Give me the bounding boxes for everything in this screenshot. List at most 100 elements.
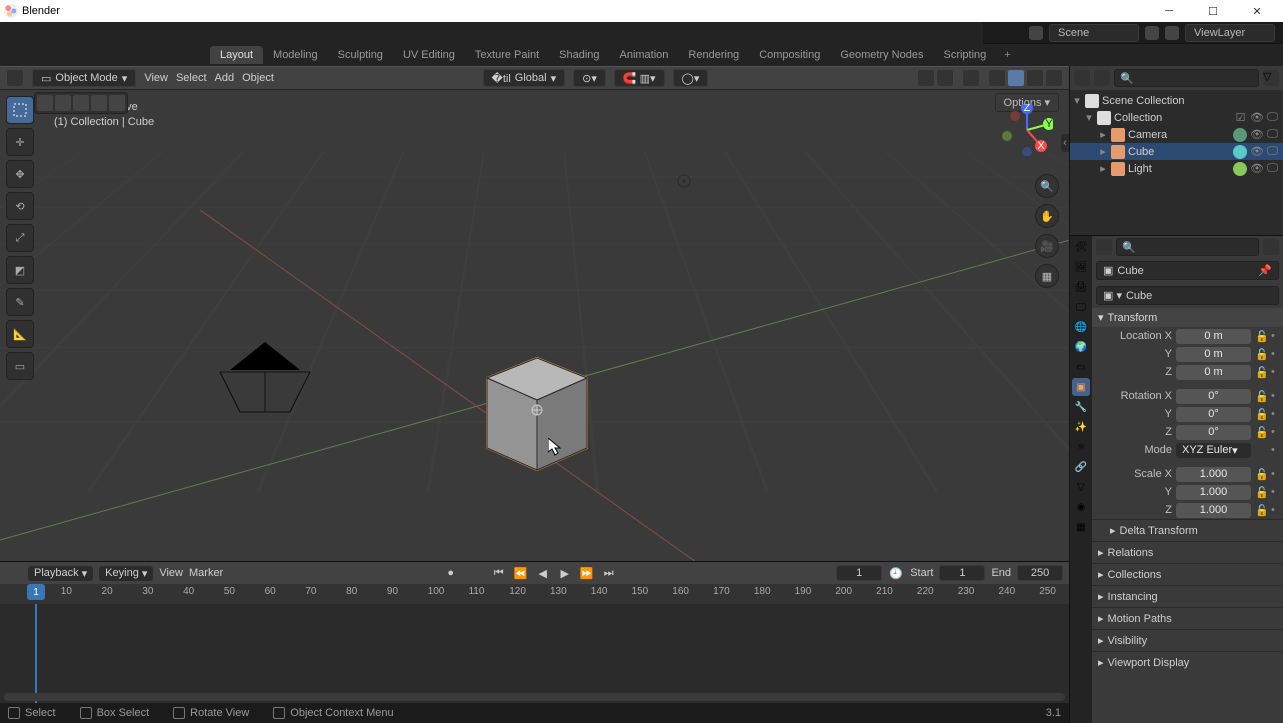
start-frame-field[interactable]: 1 — [939, 565, 985, 581]
browse-scene-icon[interactable] — [1029, 26, 1043, 40]
anim-dot-icon[interactable]: • — [1271, 390, 1279, 402]
sel-3[interactable] — [73, 95, 89, 111]
scale-z-field[interactable]: 1.000 — [1176, 503, 1251, 518]
tab-layout[interactable]: Layout — [210, 46, 263, 64]
rotation-y-field[interactable]: 0° — [1176, 407, 1251, 422]
ptab-output[interactable]: 🖨 — [1072, 278, 1090, 296]
ptab-material[interactable]: ◉ — [1072, 498, 1090, 516]
minimize-button[interactable]: ─ — [1147, 0, 1191, 22]
disable-icon[interactable]: 🖵 — [1266, 145, 1279, 158]
outliner-item-cube[interactable]: ▸ Cube 👁 🖵 — [1070, 143, 1283, 160]
vp-menu-view[interactable]: View — [144, 72, 168, 84]
delta-transform-panel[interactable]: ▸ Delta Transform — [1092, 519, 1283, 541]
pan-icon[interactable]: ✋ — [1035, 204, 1059, 228]
rotation-mode-dropdown[interactable]: XYZ Euler ▾ — [1176, 443, 1251, 458]
location-z-field[interactable]: 0 m — [1176, 365, 1251, 380]
rotation-x-field[interactable]: 0° — [1176, 389, 1251, 404]
tool-scale[interactable]: ⤢ — [6, 224, 34, 252]
anim-dot-icon[interactable]: • — [1271, 468, 1279, 480]
hide-icon[interactable]: 👁 — [1250, 128, 1263, 141]
anim-dot-icon[interactable]: • — [1271, 444, 1279, 456]
keying-menu[interactable]: Keying ▾ — [99, 566, 153, 581]
motion-paths-panel[interactable]: ▸ Motion Paths — [1092, 607, 1283, 629]
object-name-field[interactable]: ▣ Cube📌 — [1096, 261, 1279, 280]
timeline-marker-menu[interactable]: Marker — [189, 567, 223, 579]
viewport-display-panel[interactable]: ▸ Viewport Display — [1092, 651, 1283, 673]
menu-render[interactable]: Render — [95, 25, 147, 41]
anim-dot-icon[interactable]: • — [1271, 330, 1279, 342]
viewlayer-name-field[interactable]: ViewLayer — [1185, 24, 1275, 42]
camera-object[interactable] — [210, 342, 320, 422]
ptab-world[interactable]: 🌍 — [1072, 338, 1090, 356]
disclosure-icon[interactable]: ▸ — [1098, 128, 1108, 141]
object-data-field[interactable]: ▣ ▾ Cube — [1096, 286, 1279, 305]
jump-end-icon[interactable]: ⏭ — [601, 565, 617, 581]
tool-measure[interactable]: 📐 — [6, 320, 34, 348]
show-overlays-icon[interactable] — [936, 69, 954, 87]
menu-help[interactable]: Help — [206, 25, 245, 41]
tab-texture-paint[interactable]: Texture Paint — [465, 46, 549, 64]
disclosure-icon[interactable]: ▾ — [1084, 111, 1094, 124]
ptab-physics[interactable]: ⚛ — [1072, 438, 1090, 456]
menu-file[interactable]: File — [22, 25, 56, 41]
outliner-scene-collection[interactable]: ▾ Scene Collection — [1070, 92, 1283, 109]
ptab-modifiers[interactable]: 🔧 — [1072, 398, 1090, 416]
scale-x-field[interactable]: 1.000 — [1176, 467, 1251, 482]
tool-add[interactable]: ▭ — [6, 352, 34, 380]
disclosure-icon[interactable]: ▸ — [1098, 162, 1108, 175]
ptab-object[interactable]: ▣ — [1072, 378, 1090, 396]
properties-search[interactable]: 🔍 — [1116, 238, 1259, 256]
anim-dot-icon[interactable]: • — [1271, 504, 1279, 516]
rotation-z-field[interactable]: 0° — [1176, 425, 1251, 440]
relations-panel[interactable]: ▸ Relations — [1092, 541, 1283, 563]
sel-4[interactable] — [91, 95, 107, 111]
instancing-panel[interactable]: ▸ Instancing — [1092, 585, 1283, 607]
ptab-scene[interactable]: 🌐 — [1072, 318, 1090, 336]
vp-menu-object[interactable]: Object — [242, 72, 274, 84]
lock-icon[interactable]: 🔓 — [1255, 408, 1267, 421]
ptab-viewlayer[interactable]: 🖵 — [1072, 298, 1090, 316]
disclosure-icon[interactable]: ▸ — [1098, 145, 1108, 158]
menu-edit[interactable]: Edit — [58, 25, 93, 41]
ptab-texture[interactable]: ▦ — [1072, 518, 1090, 536]
lock-icon[interactable]: 🔓 — [1255, 426, 1267, 439]
wireframe-icon[interactable] — [988, 69, 1006, 87]
tool-rotate[interactable]: ⟲ — [6, 192, 34, 220]
outliner-display-mode-icon[interactable] — [1094, 70, 1110, 86]
collections-panel[interactable]: ▸ Collections — [1092, 563, 1283, 585]
anim-dot-icon[interactable]: • — [1271, 348, 1279, 360]
disable-icon[interactable]: 🖵 — [1266, 128, 1279, 141]
tab-rendering[interactable]: Rendering — [678, 46, 749, 64]
tab-shading[interactable]: Shading — [549, 46, 609, 64]
timeline-scrollbar[interactable] — [4, 693, 1065, 701]
scale-y-field[interactable]: 1.000 — [1176, 485, 1251, 500]
tool-move[interactable]: ✥ — [6, 160, 34, 188]
properties-editor-icon[interactable] — [1096, 239, 1112, 255]
new-scene-icon[interactable] — [1145, 26, 1159, 40]
autokey-icon[interactable]: ● — [443, 565, 459, 581]
location-y-field[interactable]: 0 m — [1176, 347, 1251, 362]
pivot-dropdown[interactable]: ⊙▾ — [573, 69, 606, 87]
tab-compositing[interactable]: Compositing — [749, 46, 830, 64]
disclosure-icon[interactable]: ▾ — [1072, 94, 1082, 107]
ptab-constraints[interactable]: 🔗 — [1072, 458, 1090, 476]
proportional-dropdown[interactable]: ◯▾ — [673, 69, 709, 87]
perspective-icon[interactable]: ▦ — [1035, 264, 1059, 288]
anim-dot-icon[interactable]: • — [1271, 408, 1279, 420]
solid-icon[interactable] — [1007, 69, 1025, 87]
play-reverse-icon[interactable]: ◀ — [535, 565, 551, 581]
disable-icon[interactable]: 🖵 — [1266, 162, 1279, 175]
tab-uv-editing[interactable]: UV Editing — [393, 46, 465, 64]
nav-gizmo[interactable]: Z Y X — [1001, 104, 1053, 156]
tool-annotate[interactable]: ✎ — [6, 288, 34, 316]
tool-transform[interactable]: ◩ — [6, 256, 34, 284]
anim-dot-icon[interactable]: • — [1271, 486, 1279, 498]
snap-dropdown[interactable]: 🧲 ▥▾ — [614, 69, 665, 87]
hide-icon[interactable]: 👁 — [1250, 145, 1263, 158]
playhead-line[interactable] — [35, 604, 37, 703]
sel-2[interactable] — [55, 95, 71, 111]
tab-sculpting[interactable]: Sculpting — [328, 46, 393, 64]
sel-1[interactable] — [37, 95, 53, 111]
current-frame-field[interactable]: 1 — [836, 565, 882, 581]
rendered-icon[interactable] — [1045, 69, 1063, 87]
